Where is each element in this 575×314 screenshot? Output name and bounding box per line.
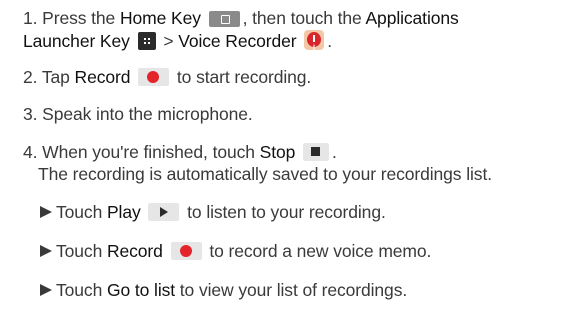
step-4-note: The recording is automatically saved to … — [38, 164, 492, 184]
apps-launcher-icon — [137, 32, 156, 50]
step-number: 4. — [23, 142, 38, 162]
record-button-icon — [170, 242, 202, 260]
bullet-text: Touch — [56, 241, 103, 261]
triangle-bullet-icon — [40, 284, 52, 296]
step-text: , then touch the — [242, 8, 362, 28]
home-key-icon — [208, 11, 240, 27]
record-button-icon — [138, 68, 170, 86]
step-number: 2. — [23, 67, 38, 87]
step-1-continued: Launcher Key > Voice Recorder . — [23, 30, 332, 51]
app-name-voice-recorder: Voice Recorder — [178, 31, 297, 51]
triangle-bullet-icon — [40, 206, 52, 218]
key-name-record: Record — [106, 241, 163, 261]
step-text: . — [327, 31, 332, 51]
step-4: 4. When you're finished, touch Stop . — [23, 142, 337, 162]
bullet-text: to view your list of recordings. — [179, 280, 408, 300]
step-text: Speak into the microphone. — [42, 104, 253, 124]
instructions-document: 1. Press the Home Key , then touch the A… — [0, 0, 575, 314]
bullet-item: Touch Play to listen to your recording. — [40, 202, 386, 222]
bullet-item: Touch Go to list to view your list of re… — [40, 280, 407, 300]
key-name-launcher: Launcher Key — [23, 31, 130, 51]
note-text: The recording is automatically saved to … — [38, 164, 492, 184]
key-name-stop: Stop — [259, 142, 296, 162]
bullet-text: Touch — [56, 280, 103, 300]
key-name-applications: Applications — [365, 8, 459, 28]
voice-recorder-app-icon — [304, 30, 325, 50]
step-text: > — [163, 31, 174, 51]
key-name-go-to-list: Go to list — [106, 280, 176, 300]
triangle-bullet-icon — [40, 245, 52, 257]
step-number: 3. — [23, 104, 38, 124]
bullet-text: Touch — [56, 202, 103, 222]
step-3: 3. Speak into the microphone. — [23, 104, 253, 124]
key-name-record: Record — [74, 67, 131, 87]
play-button-icon — [148, 203, 180, 221]
step-2: 2. Tap Record to start recording. — [23, 67, 311, 87]
step-text: to start recording. — [176, 67, 312, 87]
step-text: When you're finished, touch — [42, 142, 255, 162]
stop-button-icon — [303, 143, 330, 161]
step-number: 1. — [23, 8, 38, 28]
bullet-text: to record a new voice memo. — [209, 241, 432, 261]
bullet-text: to listen to your recording. — [187, 202, 386, 222]
key-name-home: Home Key — [119, 8, 201, 28]
step-text: Press the — [42, 8, 116, 28]
bullet-item: Touch Record to record a new voice memo. — [40, 241, 431, 261]
step-text: . — [332, 142, 337, 162]
step-1: 1. Press the Home Key , then touch the A… — [23, 8, 459, 28]
key-name-play: Play — [106, 202, 141, 222]
step-text: Tap — [41, 67, 70, 87]
